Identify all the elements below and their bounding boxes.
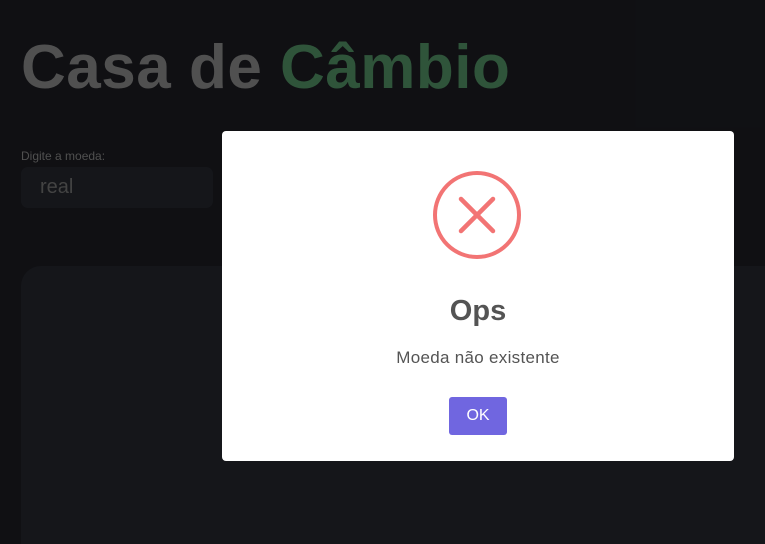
app-page: Casa de Câmbio Digite a moeda: Ops Moeda… [0, 0, 765, 544]
ok-button[interactable]: OK [449, 397, 507, 435]
dialog-title: Ops [449, 295, 507, 327]
dialog-message: Moeda não existente [396, 348, 560, 367]
error-dialog: Ops Moeda não existente OK [222, 131, 734, 461]
error-x-icon [433, 171, 521, 259]
